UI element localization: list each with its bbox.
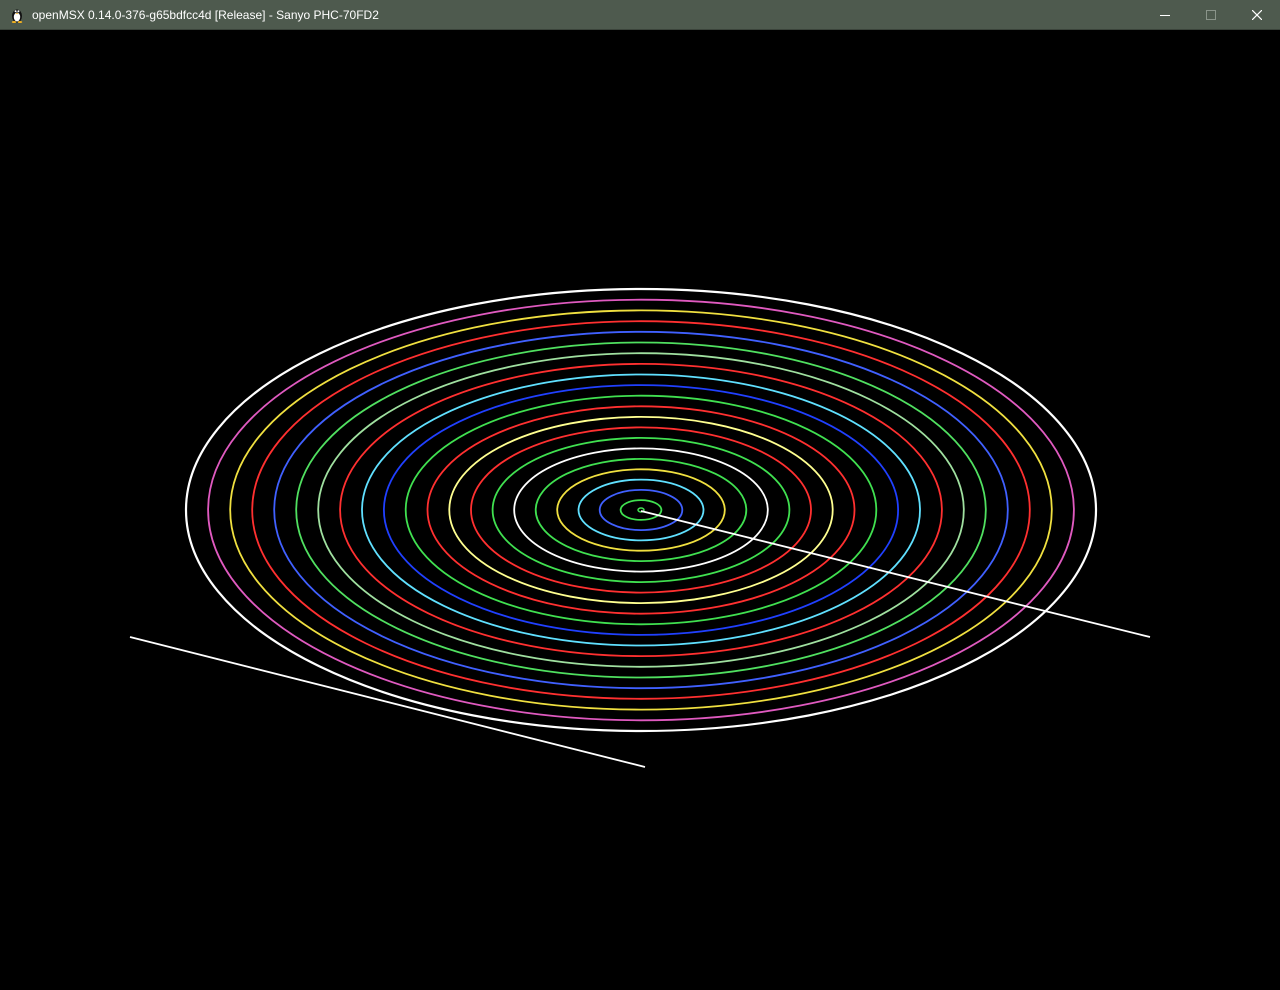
ring-2 <box>207 298 1075 722</box>
ring-16 <box>513 447 769 573</box>
ring-8 <box>339 362 943 658</box>
maximize-button[interactable] <box>1188 0 1234 30</box>
ring-20 <box>598 488 684 531</box>
close-icon <box>1252 10 1262 20</box>
ring-13 <box>448 415 834 604</box>
ring-21 <box>619 499 663 521</box>
minimize-icon <box>1160 15 1170 16</box>
ring-6 <box>295 341 987 679</box>
title-bar[interactable]: openMSX 0.14.0-376-g65bdfcc4d [Release] … <box>0 0 1280 30</box>
emulator-screen[interactable] <box>0 30 1280 990</box>
ring-10 <box>382 384 900 636</box>
spiral-disc-graphic <box>129 287 1151 768</box>
minimize-button[interactable] <box>1142 0 1188 30</box>
maximize-icon <box>1206 10 1216 20</box>
ring-17 <box>534 457 748 562</box>
ring-19 <box>577 478 705 542</box>
ring-1 <box>184 287 1098 733</box>
ring-3 <box>229 309 1053 711</box>
close-button[interactable] <box>1234 0 1280 30</box>
ring-9 <box>361 373 921 647</box>
openmsx-window: openMSX 0.14.0-376-g65bdfcc4d [Release] … <box>0 0 1280 990</box>
tux-penguin-icon[interactable] <box>9 7 25 23</box>
ring-14 <box>470 426 812 594</box>
axis-line-left <box>129 636 646 768</box>
window-controls <box>1142 0 1280 30</box>
ring-18 <box>556 468 726 552</box>
ring-11 <box>404 394 878 626</box>
ring-7 <box>317 352 965 668</box>
window-title: openMSX 0.14.0-376-g65bdfcc4d [Release] … <box>32 7 379 22</box>
ring-4 <box>251 320 1031 700</box>
